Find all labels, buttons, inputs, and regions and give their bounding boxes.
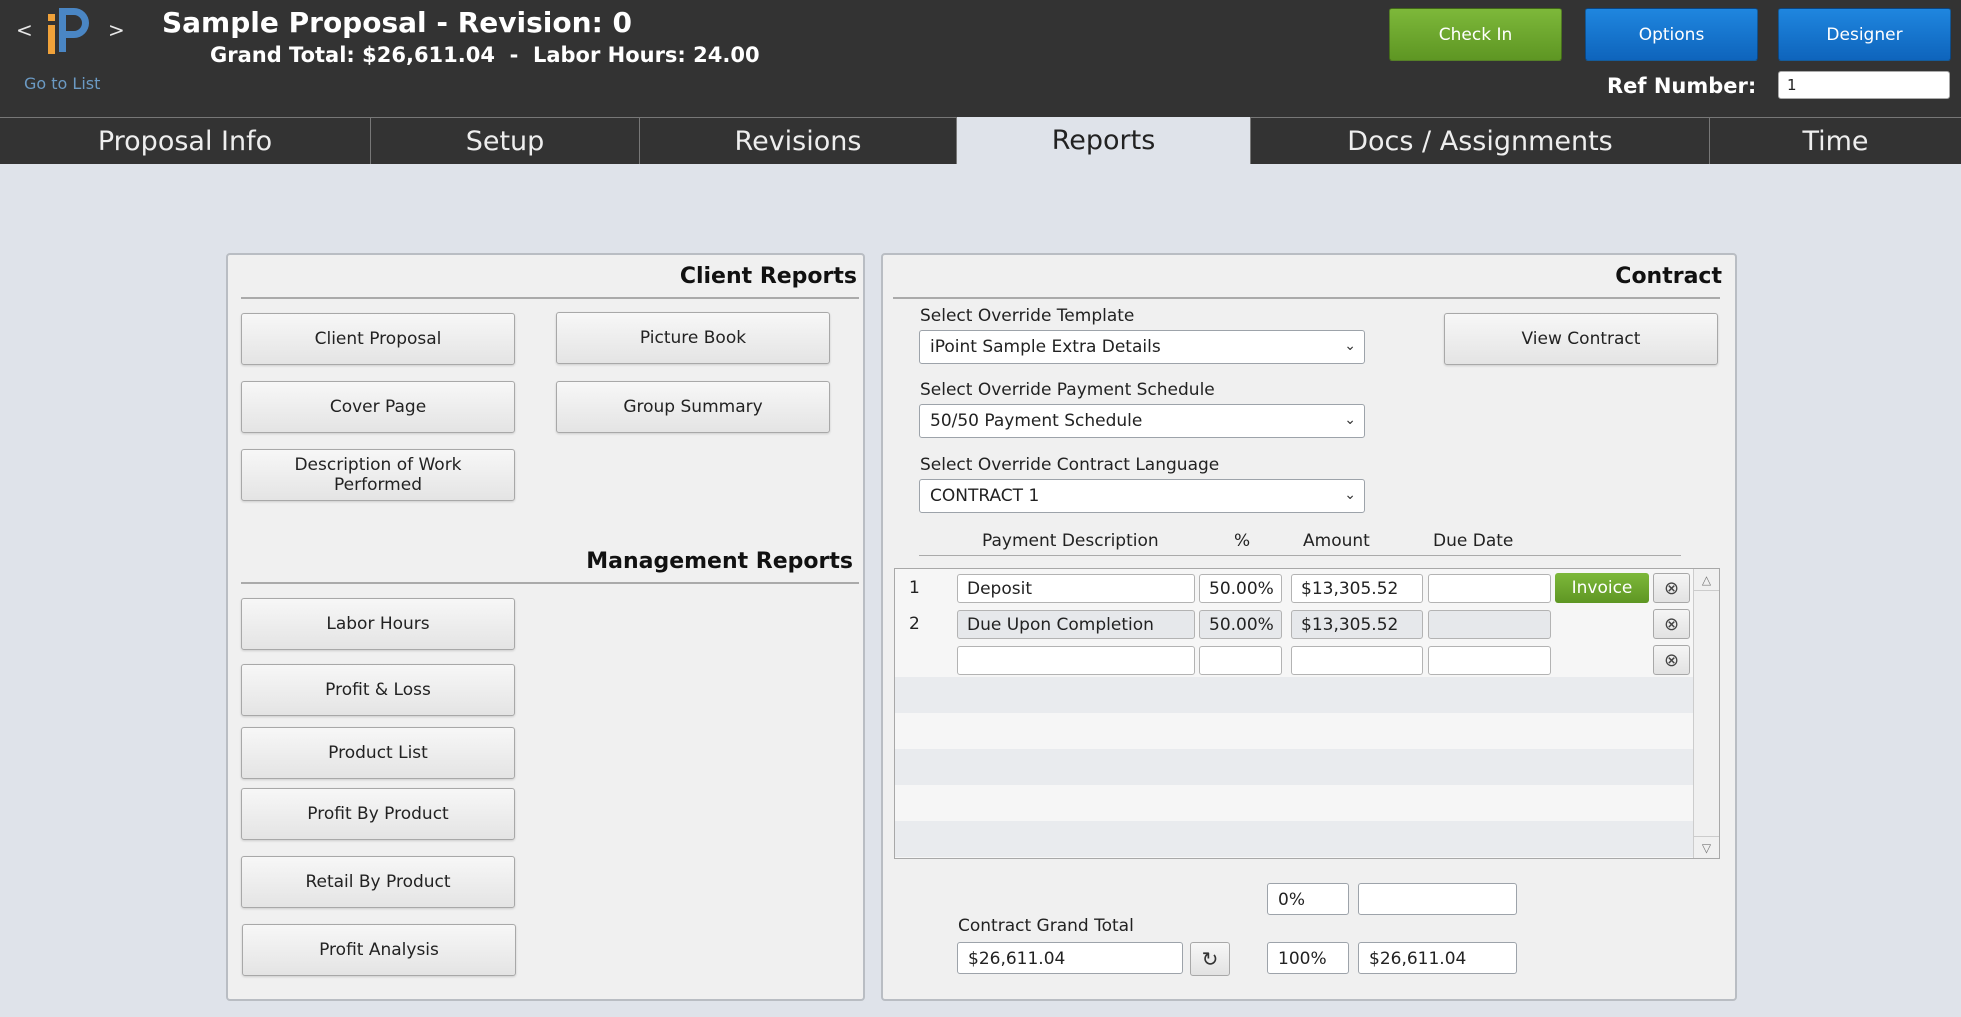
empty-row (895, 713, 1693, 749)
chevron-down-icon: ⌄ (1344, 487, 1356, 503)
override-template-label: Select Override Template (920, 306, 1135, 326)
app-header: < > Go to List Sample Proposal - Revisio… (0, 0, 1961, 117)
payment-percent-field[interactable]: 50.00% (1199, 574, 1282, 603)
override-payment-schedule-value: 50/50 Payment Schedule (930, 411, 1143, 431)
empty-row (895, 785, 1693, 821)
chevron-down-icon: ⌄ (1344, 338, 1356, 354)
designer-button[interactable]: Designer (1778, 8, 1951, 61)
payment-amount-field[interactable]: $13,305.52 (1291, 610, 1423, 639)
main-tabs: Proposal Info Setup Revisions Reports Do… (0, 117, 1961, 164)
description-of-work-button[interactable]: Description of Work Performed (241, 449, 515, 501)
empty-row (895, 749, 1693, 785)
cover-page-button[interactable]: Cover Page (241, 381, 515, 433)
check-in-button[interactable]: Check In (1389, 8, 1562, 61)
tab-setup[interactable]: Setup (370, 117, 639, 164)
remove-payment-button[interactable]: ⊗ (1653, 573, 1690, 603)
row-number: 2 (909, 614, 920, 634)
close-circle-icon: ⊗ (1663, 613, 1680, 635)
view-contract-button[interactable]: View Contract (1444, 313, 1718, 365)
payment-header-divider (919, 555, 1681, 556)
ref-number-label: Ref Number: (1607, 74, 1757, 98)
tab-reports[interactable]: Reports (956, 117, 1250, 164)
tab-docs-assignments[interactable]: Docs / Assignments (1250, 117, 1709, 164)
chevron-down-icon: ⌄ (1344, 412, 1356, 428)
client-reports-divider (241, 297, 859, 299)
override-payment-schedule-select[interactable]: 50/50 Payment Schedule ⌄ (919, 404, 1365, 438)
col-amount: Amount (1303, 531, 1370, 551)
ipoint-logo (48, 8, 89, 54)
override-contract-language-value: CONTRACT 1 (930, 486, 1040, 506)
payment-due-date-field[interactable] (1428, 646, 1551, 675)
override-payment-schedule-label: Select Override Payment Schedule (920, 380, 1215, 400)
contract-grand-total-field[interactable]: $26,611.04 (957, 942, 1183, 974)
tab-revisions[interactable]: Revisions (639, 117, 956, 164)
table-row: 2 Due Upon Completion 50.00% $13,305.52 … (895, 605, 1693, 641)
contract-divider (893, 297, 1720, 299)
empty-row (895, 677, 1693, 713)
col-payment-description: Payment Description (982, 531, 1159, 551)
payment-due-date-field[interactable] (1428, 610, 1551, 639)
payment-amount-field[interactable] (1291, 646, 1423, 675)
options-button[interactable]: Options (1585, 8, 1758, 61)
remaining-percent-field[interactable]: 0% (1267, 883, 1349, 915)
scroll-up-icon[interactable]: △ (1694, 569, 1719, 591)
override-template-select[interactable]: iPoint Sample Extra Details ⌄ (919, 330, 1365, 364)
payment-description-field[interactable]: Due Upon Completion (957, 610, 1195, 639)
payment-schedule-grid: 1 Deposit 50.00% $13,305.52 Invoice ⊗ 2 … (894, 568, 1720, 859)
labor-hours-button[interactable]: Labor Hours (241, 598, 515, 650)
profit-analysis-button[interactable]: Profit Analysis (242, 924, 516, 976)
go-to-list-link[interactable]: Go to List (24, 74, 100, 93)
proposal-title: Sample Proposal - Revision: 0 (162, 6, 632, 39)
override-contract-language-label: Select Override Contract Language (920, 455, 1220, 475)
total-amount-field[interactable]: $26,611.04 (1358, 942, 1517, 974)
tab-time[interactable]: Time (1709, 117, 1961, 164)
client-reports-title: Client Reports (679, 264, 857, 289)
remove-payment-button[interactable]: ⊗ (1653, 609, 1690, 639)
table-row: ⊗ (895, 641, 1693, 677)
override-contract-language-select[interactable]: CONTRACT 1 ⌄ (919, 479, 1365, 513)
management-reports-title: Management Reports (586, 549, 853, 574)
row-number: 1 (909, 578, 920, 598)
client-proposal-button[interactable]: Client Proposal (241, 313, 515, 365)
retail-by-product-button[interactable]: Retail By Product (241, 856, 515, 908)
product-list-button[interactable]: Product List (241, 727, 515, 779)
payment-due-date-field[interactable] (1428, 574, 1551, 603)
payment-description-field[interactable] (957, 646, 1195, 675)
payment-amount-field[interactable]: $13,305.52 (1291, 574, 1423, 603)
ref-number-input[interactable]: 1 (1778, 71, 1950, 99)
proposal-summary: Grand Total: $26,611.04 - Labor Hours: 2… (210, 43, 760, 67)
remaining-amount-field[interactable] (1358, 883, 1517, 915)
table-row: 1 Deposit 50.00% $13,305.52 Invoice ⊗ (895, 569, 1693, 605)
col-due-date: Due Date (1433, 531, 1514, 551)
contract-grand-total-label: Contract Grand Total (958, 916, 1134, 936)
next-record-arrow[interactable]: > (108, 18, 125, 42)
invoice-button[interactable]: Invoice (1555, 573, 1649, 603)
col-percent: % (1234, 531, 1251, 551)
group-summary-button[interactable]: Group Summary (556, 381, 830, 433)
profit-loss-button[interactable]: Profit & Loss (241, 664, 515, 716)
tab-proposal-info[interactable]: Proposal Info (0, 117, 370, 164)
management-reports-divider (241, 582, 859, 584)
close-circle-icon: ⊗ (1663, 649, 1680, 671)
refresh-icon: ↻ (1201, 947, 1219, 971)
override-template-value: iPoint Sample Extra Details (930, 337, 1161, 357)
close-circle-icon: ⊗ (1663, 577, 1680, 599)
remove-payment-button[interactable]: ⊗ (1653, 645, 1690, 675)
payment-description-field[interactable]: Deposit (957, 574, 1195, 603)
empty-row (895, 821, 1693, 857)
picture-book-button[interactable]: Picture Book (556, 312, 830, 364)
contract-title: Contract (1615, 264, 1722, 289)
scroll-down-icon[interactable]: ▽ (1694, 836, 1719, 858)
payment-percent-field[interactable] (1199, 646, 1282, 675)
profit-by-product-button[interactable]: Profit By Product (241, 788, 515, 840)
recalculate-button[interactable]: ↻ (1190, 942, 1230, 976)
payment-percent-field[interactable]: 50.00% (1199, 610, 1282, 639)
total-percent-field[interactable]: 100% (1267, 942, 1349, 974)
grid-scrollbar[interactable]: △ ▽ (1693, 569, 1719, 858)
prev-record-arrow[interactable]: < (16, 18, 33, 42)
